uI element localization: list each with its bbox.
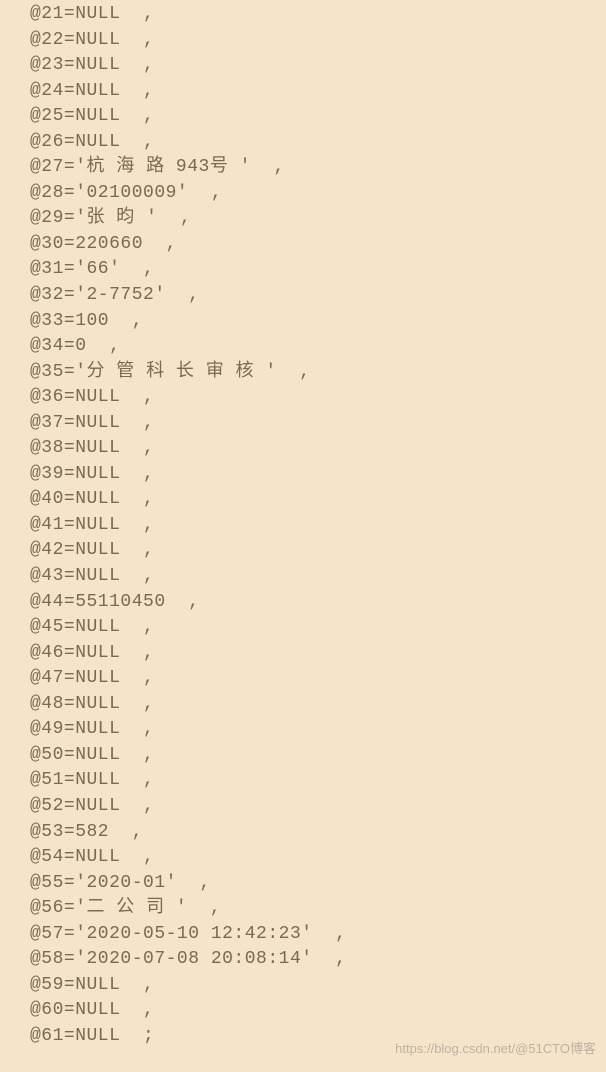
code-line: @22=NULL ,	[30, 28, 606, 54]
code-line: @53=582 ,	[30, 820, 606, 846]
code-line: @49=NULL ,	[30, 717, 606, 743]
code-line: @59=NULL ,	[30, 973, 606, 999]
code-line: @37=NULL ,	[30, 411, 606, 437]
code-line: @36=NULL ,	[30, 385, 606, 411]
code-line: @58='2020-07-08 20:08:14' ,	[30, 947, 606, 973]
code-line: @43=NULL ,	[30, 564, 606, 590]
code-line: @57='2020-05-10 12:42:23' ,	[30, 922, 606, 948]
code-line: @38=NULL ,	[30, 436, 606, 462]
code-line: @35='分 管 科 长 审 核 ' ,	[30, 360, 606, 386]
code-line: @33=100 ,	[30, 309, 606, 335]
code-line: @54=NULL ,	[30, 845, 606, 871]
code-line: @44=55110450 ,	[30, 590, 606, 616]
code-line: @40=NULL ,	[30, 487, 606, 513]
code-line: @52=NULL ,	[30, 794, 606, 820]
code-line: @48=NULL ,	[30, 692, 606, 718]
code-line: @26=NULL ,	[30, 130, 606, 156]
code-line: @31='66' ,	[30, 257, 606, 283]
code-line: @32='2-7752' ,	[30, 283, 606, 309]
code-line: @24=NULL ,	[30, 79, 606, 105]
code-line: @29='张 昀 ' ,	[30, 206, 606, 232]
code-line: @47=NULL ,	[30, 666, 606, 692]
code-line: @30=220660 ,	[30, 232, 606, 258]
code-line: @25=NULL ,	[30, 104, 606, 130]
code-line: @60=NULL ,	[30, 998, 606, 1024]
watermark-text: https://blog.csdn.net/@51CTO博客	[395, 1040, 596, 1058]
code-line: @23=NULL ,	[30, 53, 606, 79]
code-line: @50=NULL ,	[30, 743, 606, 769]
code-line: @39=NULL ,	[30, 462, 606, 488]
code-line: @45=NULL ,	[30, 615, 606, 641]
code-line: @56='二 公 司 ' ,	[30, 896, 606, 922]
code-line: @34=0 ,	[30, 334, 606, 360]
code-line: @51=NULL ,	[30, 768, 606, 794]
code-line: @42=NULL ,	[30, 538, 606, 564]
code-block: @21=NULL , @22=NULL , @23=NULL , @24=NUL…	[0, 0, 606, 1049]
code-line: @27='杭 海 路 943号 ' ,	[30, 155, 606, 181]
code-line: @46=NULL ,	[30, 641, 606, 667]
code-line: @28='02100009' ,	[30, 181, 606, 207]
code-line: @41=NULL ,	[30, 513, 606, 539]
code-line: @21=NULL ,	[30, 2, 606, 28]
code-line: @55='2020-01' ,	[30, 871, 606, 897]
